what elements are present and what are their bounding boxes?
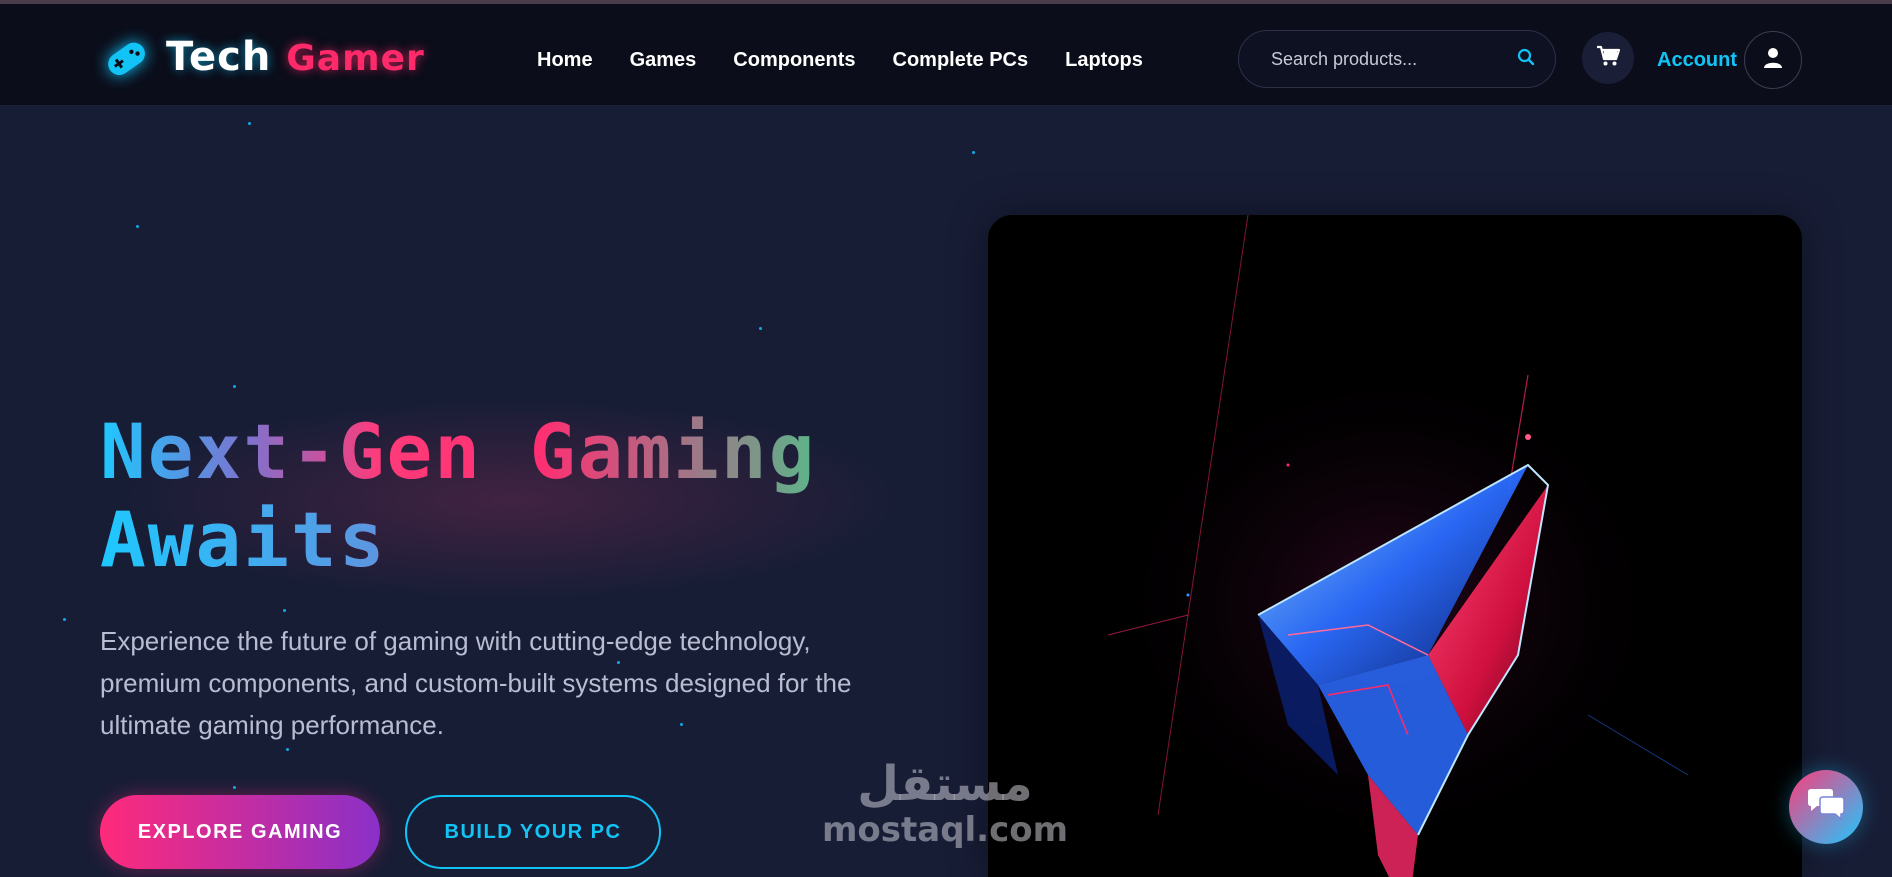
brand-name: Tech Gamer xyxy=(166,31,425,85)
cart-icon xyxy=(1596,45,1621,71)
nav-laptops[interactable]: Laptops xyxy=(1065,40,1143,80)
watermark-arabic: مستقل xyxy=(857,756,1033,812)
build-your-pc-button[interactable]: BUILD YOUR PC xyxy=(405,795,661,869)
particle xyxy=(759,327,762,330)
gaming-crystal-logo-image xyxy=(1088,215,1689,877)
brand-logo[interactable]: Tech Gamer xyxy=(100,32,425,84)
brand-name-gamer: Gamer xyxy=(286,38,425,79)
particle xyxy=(63,618,66,621)
particle xyxy=(283,609,286,612)
nav-complete-pcs[interactable]: Complete PCs xyxy=(893,40,1029,80)
particle xyxy=(136,225,139,228)
hero-title: Next-Gen Gaming Awaits xyxy=(100,408,900,584)
particle xyxy=(233,385,236,388)
chat-icon xyxy=(1806,788,1846,826)
main-nav: Home Games Components Complete PCs Lapto… xyxy=(537,40,1180,80)
hero-title-line2: Awaits xyxy=(100,496,900,584)
nav-components[interactable]: Components xyxy=(733,40,855,80)
nav-home[interactable]: Home xyxy=(537,40,593,80)
watermark-latin: mostaql.com xyxy=(821,810,1069,850)
account-link[interactable]: Account xyxy=(1657,40,1737,80)
cart-button[interactable] xyxy=(1582,32,1634,84)
account-button[interactable] xyxy=(1744,31,1802,89)
search-bar xyxy=(1238,30,1556,88)
particle xyxy=(233,786,236,789)
particle xyxy=(972,151,975,154)
particle xyxy=(248,122,251,125)
hero-description: Experience the future of gaming with cut… xyxy=(100,626,852,740)
particle xyxy=(286,748,289,751)
brand-name-tech: Tech xyxy=(166,34,272,80)
user-icon xyxy=(1763,47,1783,73)
gamepad-icon xyxy=(100,32,152,84)
hero-image xyxy=(988,215,1802,877)
hero-title-line1: Next-Gen Gaming xyxy=(100,407,817,496)
watermark: مستقل mostaql.com xyxy=(822,748,1068,858)
explore-gaming-button[interactable]: EXPLORE GAMING xyxy=(100,795,380,869)
nav-games[interactable]: Games xyxy=(630,40,697,80)
search-icon[interactable] xyxy=(1517,48,1535,70)
site-header: Tech Gamer Home Games Components Complet… xyxy=(0,4,1892,106)
search-input[interactable] xyxy=(1271,48,1517,70)
chat-button[interactable] xyxy=(1789,770,1863,844)
